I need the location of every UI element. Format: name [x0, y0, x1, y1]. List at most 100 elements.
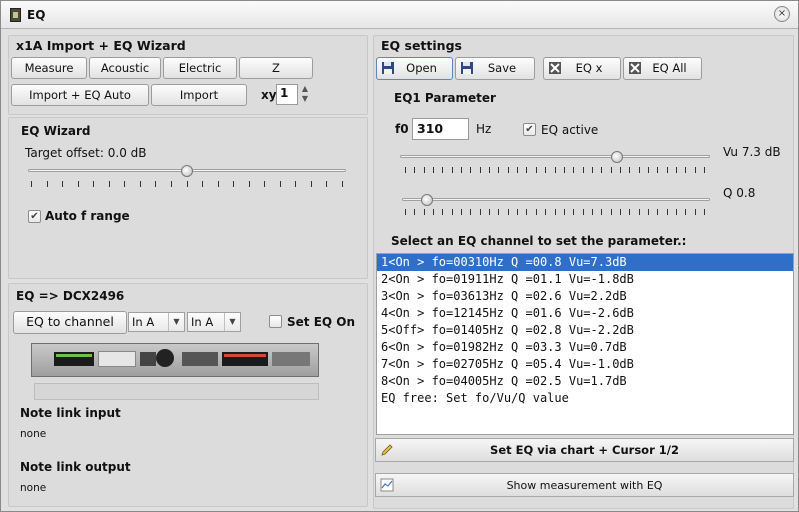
- app-icon: [10, 8, 21, 22]
- set-eq-via-chart-button[interactable]: Set EQ via chart + Cursor 1/2: [375, 438, 794, 462]
- q-slider-track[interactable]: [402, 198, 710, 201]
- channel-combo-2[interactable]: In A ▼: [187, 312, 241, 332]
- slider-tick: [639, 167, 640, 173]
- save-button-label: Save: [487, 61, 517, 75]
- slider-tick: [470, 167, 471, 173]
- slider-tick: [564, 209, 565, 215]
- eq-window: EQ × x1A Import + EQ Wizard Measure Acou…: [0, 0, 799, 512]
- show-measurement-button[interactable]: Show measurement with EQ: [375, 473, 794, 497]
- slider-tick: [620, 167, 621, 173]
- eq-channel-row[interactable]: EQ free: Set fo/Vu/Q value: [377, 390, 793, 407]
- slider-tick: [109, 181, 110, 187]
- slider-tick: [564, 167, 565, 173]
- hz-label: Hz: [476, 122, 492, 136]
- channel-combo-2-value: In A: [191, 315, 214, 329]
- import-button[interactable]: Import: [151, 84, 247, 106]
- q-slider-ticks: [405, 209, 705, 215]
- slider-tick: [442, 209, 443, 215]
- q-label: Q 0.8: [723, 186, 756, 200]
- note-link-output-value: none: [20, 482, 47, 494]
- set-eq-on-checkbox[interactable]: [269, 315, 282, 328]
- auto-f-range-checkbox[interactable]: ✔: [28, 210, 41, 223]
- channel-combo-1-value: In A: [132, 315, 155, 329]
- eq-channel-row[interactable]: 4<On > fo=12145Hz Q =01.6 Vu=-2.6dB: [377, 305, 793, 322]
- xy-spinner-arrows[interactable]: ▲ ▼: [298, 84, 312, 105]
- vu-slider-thumb[interactable]: [611, 151, 623, 163]
- channel-combo-1[interactable]: In A ▼: [128, 312, 185, 332]
- xy-label: xy: [261, 88, 277, 102]
- eq-channel-row[interactable]: 8<On > fo=04005Hz Q =02.5 Vu=1.7dB: [377, 373, 793, 390]
- slider-tick: [601, 209, 602, 215]
- show-measurement-label: Show measurement with EQ: [506, 479, 663, 492]
- slider-tick: [171, 181, 172, 187]
- eq-channel-row[interactable]: 3<On > fo=03613Hz Q =02.6 Vu=2.2dB: [377, 288, 793, 305]
- slider-tick: [629, 209, 630, 215]
- f0-input[interactable]: 310: [412, 118, 469, 140]
- slider-tick: [555, 209, 556, 215]
- slider-tick: [676, 209, 677, 215]
- slider-tick: [461, 167, 462, 173]
- f0-label: f0: [395, 122, 409, 136]
- slider-tick: [311, 181, 312, 187]
- close-button[interactable]: ×: [774, 6, 790, 22]
- floppy-icon: [382, 62, 394, 74]
- xy-spinner[interactable]: 1: [276, 84, 298, 105]
- electric-button[interactable]: Electric: [163, 57, 237, 79]
- note-link-output-label: Note link output: [20, 460, 131, 474]
- slider-tick: [452, 209, 453, 215]
- eq-channel-row[interactable]: 2<On > fo=01911Hz Q =01.1 Vu=-1.8dB: [377, 271, 793, 288]
- slider-tick: [470, 209, 471, 215]
- slider-tick: [657, 209, 658, 215]
- save-button[interactable]: Save: [455, 57, 535, 80]
- eq-channel-row[interactable]: 5<Off> fo=01405Hz Q =02.8 Vu=-2.2dB: [377, 322, 793, 339]
- slider-tick: [342, 181, 343, 187]
- set-eq-via-chart-label: Set EQ via chart + Cursor 1/2: [490, 443, 679, 457]
- slider-tick: [433, 209, 434, 215]
- slider-tick: [601, 167, 602, 173]
- eq-active-checkbox[interactable]: ✔: [523, 123, 536, 136]
- auto-f-range-label: Auto f range: [45, 209, 130, 223]
- slider-tick: [592, 209, 593, 215]
- xy-value: 1: [280, 86, 289, 100]
- delete-icon: [549, 62, 561, 74]
- acoustic-button[interactable]: Acoustic: [89, 57, 161, 79]
- slider-tick: [620, 209, 621, 215]
- slider-tick: [498, 209, 499, 215]
- slider-tick: [667, 209, 668, 215]
- slider-tick: [31, 181, 32, 187]
- target-offset-slider-thumb[interactable]: [181, 165, 193, 177]
- note-link-input-label: Note link input: [20, 406, 121, 420]
- eq-all-button-label: EQ All: [652, 61, 687, 75]
- slider-tick: [405, 167, 406, 173]
- slider-tick: [667, 167, 668, 173]
- open-button[interactable]: Open: [376, 57, 453, 80]
- q-slider-thumb[interactable]: [420, 194, 433, 206]
- chevron-down-icon: ▼: [224, 313, 240, 331]
- eq1-parameter-title: EQ1 Parameter: [394, 91, 496, 105]
- eq-channel-row[interactable]: 6<On > fo=01982Hz Q =03.3 Vu=0.7dB: [377, 339, 793, 356]
- slider-tick: [489, 167, 490, 173]
- import-eq-auto-button[interactable]: Import + EQ Auto: [11, 84, 149, 106]
- z-button[interactable]: Z: [239, 57, 313, 79]
- dcx2496-device-image: [31, 343, 319, 377]
- eq-channel-row[interactable]: 7<On > fo=02705Hz Q =05.4 Vu=-1.0dB: [377, 356, 793, 373]
- slider-tick: [508, 167, 509, 173]
- slider-tick: [508, 209, 509, 215]
- eq-to-channel-button[interactable]: EQ to channel: [13, 311, 127, 334]
- chevron-down-icon: ▼: [168, 313, 184, 331]
- slider-tick: [639, 209, 640, 215]
- eq-channel-list[interactable]: 1<On > fo=00310Hz Q =00.8 Vu=7.3dB 2<On >…: [376, 253, 794, 435]
- set-eq-on-label: Set EQ On: [287, 315, 356, 329]
- slider-tick: [545, 209, 546, 215]
- eq-x-button[interactable]: EQ x: [543, 57, 621, 80]
- eq-all-button[interactable]: EQ All: [623, 57, 702, 80]
- vu-slider-ticks: [405, 167, 705, 173]
- vu-slider-track[interactable]: [400, 155, 710, 158]
- settings-title: EQ settings: [381, 38, 462, 53]
- slider-tick: [676, 167, 677, 173]
- target-offset-ticks: [31, 181, 343, 187]
- eq-channel-row[interactable]: 1<On > fo=00310Hz Q =00.8 Vu=7.3dB: [377, 254, 793, 271]
- slider-tick: [326, 181, 327, 187]
- measure-button[interactable]: Measure: [11, 57, 87, 79]
- slider-tick: [573, 167, 574, 173]
